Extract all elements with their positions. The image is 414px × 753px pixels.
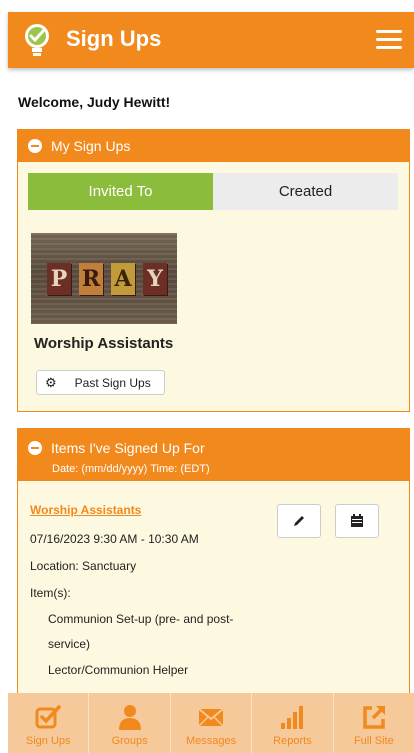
tab-created[interactable]: Created — [213, 173, 398, 210]
nav-messages[interactable]: Messages — [171, 693, 253, 753]
bottom-navigation: Sign Ups Groups Messages Reports Full Si… — [8, 693, 414, 753]
my-signups-panel: My Sign Ups Invited To Created P R A Y W… — [17, 129, 410, 412]
nav-sign-ups[interactable]: Sign Ups — [8, 693, 90, 753]
signup-item-link[interactable]: Worship Assistants — [30, 503, 141, 517]
nav-label: Messages — [185, 735, 237, 747]
signup-location: Location: Sanctuary — [30, 559, 137, 573]
calendar-icon — [351, 514, 363, 527]
signup-item: service) — [48, 637, 91, 651]
my-signups-title: My Sign Ups — [51, 138, 131, 154]
envelope-icon — [198, 708, 224, 727]
welcome-message: Welcome, Judy Hewitt! — [18, 94, 171, 110]
collapse-minus-icon[interactable] — [28, 441, 42, 455]
letter-block: Y — [143, 263, 167, 295]
signed-up-items-panel: Items I've Signed Up For Date: (mm/dd/yy… — [17, 428, 410, 693]
calendar-button[interactable] — [335, 504, 379, 538]
nav-label: Sign Ups — [25, 735, 71, 747]
signed-up-title: Items I've Signed Up For — [51, 440, 205, 456]
signup-item: Lector/Communion Helper — [48, 663, 189, 677]
my-signups-header[interactable]: My Sign Ups — [18, 130, 409, 162]
edit-button[interactable] — [277, 504, 321, 538]
bar-chart-icon — [281, 706, 304, 729]
nav-label: Reports — [273, 735, 312, 747]
nav-label: Full Site — [353, 735, 394, 747]
signup-item: Communion Set-up (pre- and post- — [48, 612, 234, 626]
collapse-minus-icon[interactable] — [28, 139, 42, 153]
nav-reports[interactable]: Reports — [252, 693, 334, 753]
person-icon — [118, 705, 141, 730]
signup-datetime: 07/16/2023 9:30 AM - 10:30 AM — [30, 532, 199, 546]
lightbulb-logo-icon — [25, 24, 49, 56]
top-bar: Sign Ups — [8, 12, 414, 68]
letter-block: A — [111, 263, 135, 295]
hamburger-menu-icon[interactable] — [376, 30, 402, 50]
nav-groups[interactable]: Groups — [89, 693, 171, 753]
letter-block: P — [47, 263, 71, 295]
signed-up-header[interactable]: Items I've Signed Up For Date: (mm/dd/yy… — [18, 429, 409, 481]
tab-invited-to[interactable]: Invited To — [28, 173, 213, 210]
nav-full-site[interactable]: Full Site — [334, 693, 414, 753]
date-format-note: Date: (mm/dd/yyyy) Time: (EDT) — [52, 463, 210, 475]
external-link-icon — [363, 705, 386, 729]
pray-image[interactable]: P R A Y — [31, 233, 177, 324]
past-signups-button[interactable]: ⚙ Past Sign Ups — [36, 370, 165, 395]
signup-tabs: Invited To Created — [28, 173, 398, 210]
app-title: Sign Ups — [66, 26, 162, 51]
checkbox-edit-icon — [35, 705, 61, 729]
gear-icon: ⚙ — [45, 375, 57, 390]
letter-block: R — [79, 263, 103, 295]
pencil-icon — [294, 516, 304, 526]
opportunity-title[interactable]: Worship Assistants — [34, 335, 173, 352]
nav-label: Groups — [111, 735, 148, 747]
signup-items-label: Item(s): — [30, 586, 71, 600]
past-signups-label: Past Sign Ups — [74, 375, 151, 390]
